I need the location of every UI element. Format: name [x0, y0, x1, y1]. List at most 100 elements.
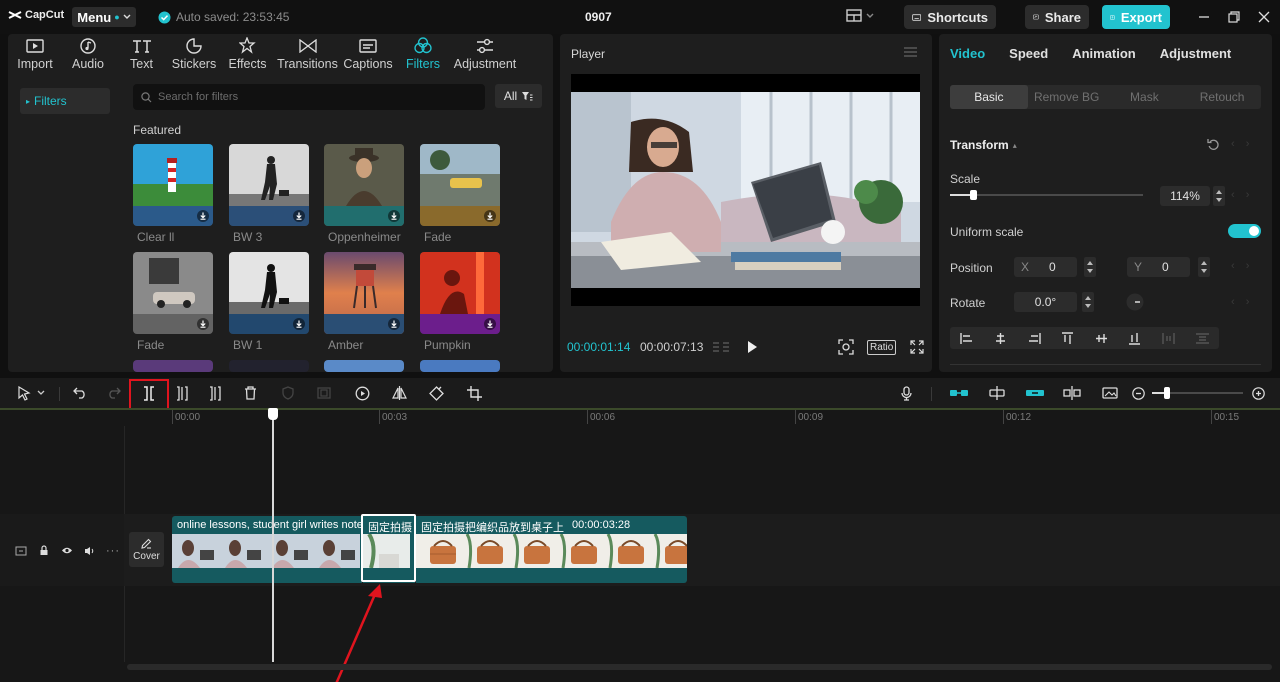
- subtab-remove-bg[interactable]: Remove BG: [1028, 85, 1106, 109]
- scale-slider-knob[interactable]: [970, 190, 977, 200]
- zoom-in-button[interactable]: [1248, 383, 1268, 403]
- position-y-field[interactable]: Y 0: [1127, 257, 1190, 277]
- cover-button[interactable]: Cover: [129, 532, 164, 567]
- rotate-button[interactable]: [426, 383, 446, 403]
- reverse-button[interactable]: [352, 383, 372, 403]
- filter-thumb-clear-ll[interactable]: [133, 144, 213, 226]
- main-track-magnet-button[interactable]: [949, 383, 969, 403]
- scale-value-field[interactable]: 114%: [1160, 186, 1210, 206]
- download-icon[interactable]: [484, 210, 496, 222]
- filter-thumb-partial[interactable]: [420, 360, 500, 372]
- share-button[interactable]: Share: [1025, 5, 1089, 29]
- tab-text[interactable]: Text: [114, 34, 169, 74]
- zoom-slider[interactable]: [1152, 387, 1243, 399]
- tab-filters[interactable]: Filters: [397, 34, 449, 74]
- tab-transitions[interactable]: Transitions: [276, 34, 339, 74]
- filter-thumb-bw-1[interactable]: [229, 252, 309, 334]
- rotate-stepper[interactable]: [1082, 292, 1094, 312]
- filter-thumb-fade[interactable]: [420, 144, 500, 226]
- download-icon[interactable]: [388, 210, 400, 222]
- thumbnail-button[interactable]: [1100, 383, 1120, 403]
- transform-section-header[interactable]: Transform ▴: [950, 138, 1017, 152]
- player-menu-icon[interactable]: [904, 47, 917, 57]
- position-y-stepper[interactable]: [1198, 257, 1210, 277]
- shortcuts-button[interactable]: Shortcuts: [904, 5, 996, 29]
- volume-icon[interactable]: [84, 546, 96, 556]
- scale-stepper[interactable]: [1213, 186, 1225, 206]
- split-left-button[interactable]: [172, 383, 192, 403]
- subtab-basic[interactable]: Basic: [950, 85, 1028, 109]
- align-left-button[interactable]: [950, 327, 984, 349]
- timeline-grid-icon[interactable]: [712, 341, 730, 354]
- linkage-button[interactable]: [1025, 383, 1045, 403]
- download-icon[interactable]: [293, 318, 305, 330]
- filter-all-dropdown[interactable]: All: [495, 84, 542, 108]
- align-center-v-button[interactable]: [1085, 327, 1119, 349]
- filter-thumb-pumpkin[interactable]: [420, 252, 500, 334]
- uniform-scale-toggle[interactable]: [1228, 224, 1261, 238]
- more-options-icon[interactable]: ···: [106, 545, 120, 557]
- delete-button[interactable]: [240, 383, 260, 403]
- layout-button[interactable]: [846, 9, 874, 22]
- tab-stickers[interactable]: Stickers: [169, 34, 219, 74]
- align-right-button[interactable]: [1017, 327, 1051, 349]
- download-icon[interactable]: [293, 210, 305, 222]
- position-x-stepper[interactable]: [1084, 257, 1096, 277]
- video-clip[interactable]: online lessons, student girl writes note: [172, 516, 362, 583]
- undo-button[interactable]: [70, 383, 90, 403]
- select-tool-button[interactable]: [14, 383, 34, 403]
- download-icon[interactable]: [388, 318, 400, 330]
- filter-thumb-partial[interactable]: [324, 360, 404, 372]
- maximize-icon[interactable]: [1226, 9, 1242, 25]
- scale-slider[interactable]: [950, 190, 1143, 200]
- redo-button[interactable]: [104, 383, 124, 403]
- sidebar-item-filters[interactable]: ▸ Filters: [20, 88, 110, 114]
- fullscreen-icon[interactable]: [910, 340, 924, 354]
- lock-icon[interactable]: [39, 545, 49, 556]
- video-clip[interactable]: 固定拍摄把编织品放到桌子上 00:00:03:28: [416, 516, 687, 583]
- tab-audio[interactable]: Audio: [62, 34, 114, 74]
- playhead-handle[interactable]: [268, 408, 278, 420]
- rotate-dial-icon[interactable]: [1126, 293, 1144, 311]
- player-viewport[interactable]: [571, 74, 920, 306]
- tab-speed[interactable]: Speed: [1009, 46, 1048, 61]
- subtab-mask[interactable]: Mask: [1106, 85, 1184, 109]
- filter-thumb-amber[interactable]: [324, 252, 404, 334]
- close-icon[interactable]: [1256, 9, 1272, 25]
- mirror-button[interactable]: [389, 383, 409, 403]
- preview-axis-button[interactable]: [1062, 383, 1082, 403]
- zoom-slider-knob[interactable]: [1164, 387, 1170, 399]
- tab-effects[interactable]: Effects: [219, 34, 276, 74]
- search-filters-input[interactable]: Search for filters: [133, 84, 485, 110]
- fit-view-icon[interactable]: [838, 339, 854, 355]
- split-button[interactable]: [139, 383, 159, 403]
- rotate-field[interactable]: 0.0°: [1014, 292, 1077, 312]
- minimize-icon[interactable]: [1196, 9, 1212, 25]
- align-top-button[interactable]: [1051, 327, 1085, 349]
- align-center-h-button[interactable]: [984, 327, 1018, 349]
- play-icon[interactable]: [746, 340, 758, 354]
- tab-video[interactable]: Video: [950, 46, 985, 61]
- filter-thumb-partial[interactable]: [229, 360, 309, 372]
- timeline-horizontal-scrollbar[interactable]: [127, 664, 1272, 670]
- filter-thumb-bw-3[interactable]: [229, 144, 309, 226]
- filter-thumb-fade-2[interactable]: [133, 252, 213, 334]
- filter-thumb-partial[interactable]: [133, 360, 213, 372]
- time-ruler[interactable]: 00:00 00:03 00:06 00:09 00:12 00:15: [172, 408, 1280, 426]
- tab-animation[interactable]: Animation: [1072, 46, 1136, 61]
- split-right-button[interactable]: [205, 383, 225, 403]
- playhead-line[interactable]: [272, 408, 274, 662]
- auto-snap-button[interactable]: [987, 383, 1007, 403]
- track-fold-icon[interactable]: [15, 546, 27, 556]
- tab-adjustment[interactable]: Adjustment: [1160, 46, 1232, 61]
- menu-button[interactable]: Menu ●: [72, 7, 136, 27]
- tab-import[interactable]: Import: [8, 34, 62, 74]
- download-icon[interactable]: [484, 318, 496, 330]
- select-tool-dropdown[interactable]: [35, 383, 47, 403]
- tab-adjustment[interactable]: Adjustment: [449, 34, 521, 74]
- align-bottom-button[interactable]: [1118, 327, 1152, 349]
- reset-icon[interactable]: [1207, 138, 1220, 151]
- download-icon[interactable]: [197, 210, 209, 222]
- ratio-button[interactable]: Ratio: [867, 340, 897, 355]
- eye-icon[interactable]: [61, 546, 73, 555]
